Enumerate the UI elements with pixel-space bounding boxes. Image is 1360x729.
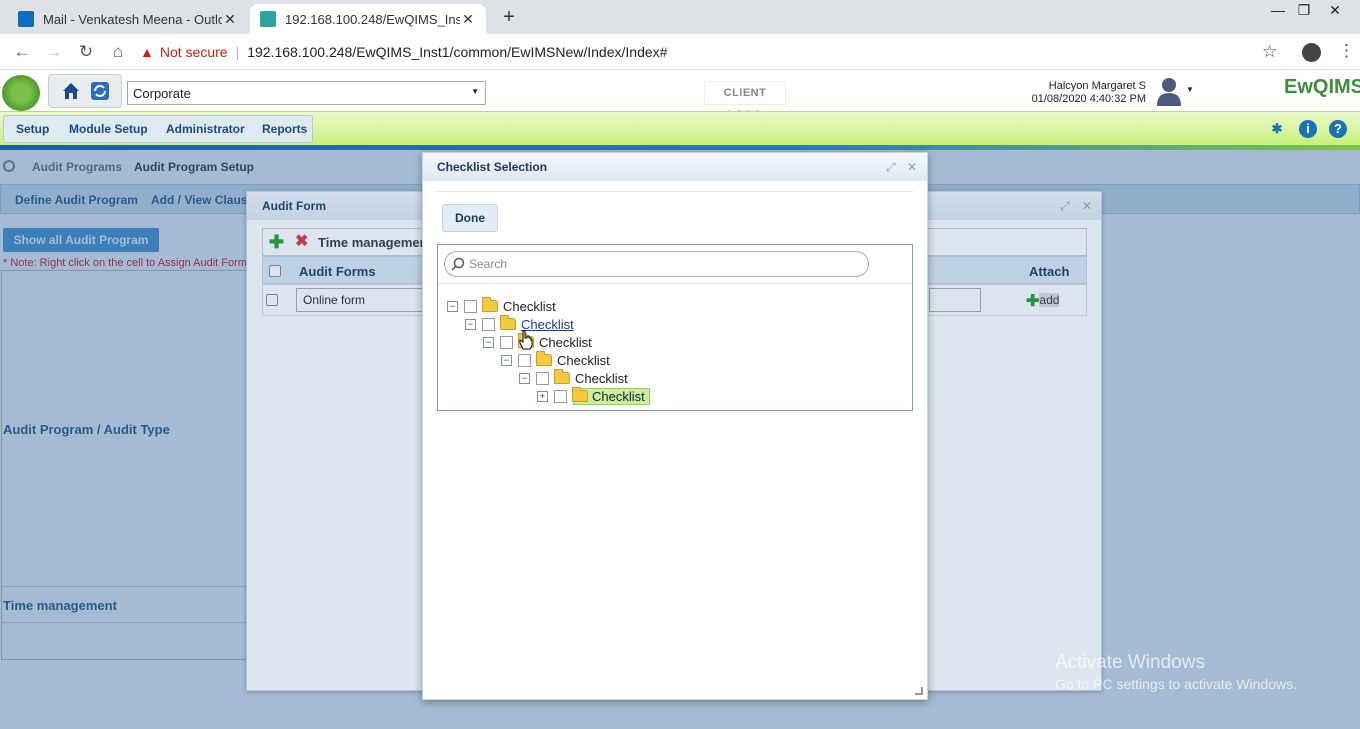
profile-icon[interactable] xyxy=(1302,43,1321,62)
close-icon[interactable]: ✕ xyxy=(222,11,238,28)
collapse-icon[interactable]: − xyxy=(447,300,458,312)
user-name: Halcyon Margaret S xyxy=(1048,80,1146,92)
chevron-down-icon[interactable]: ▼ xyxy=(1186,85,1194,94)
folder-icon xyxy=(500,315,516,330)
address-bar: ← → ↻ ⌂ ▲ Not secure | 192.168.100.248/E… xyxy=(0,34,1360,70)
main-menubar: Setup Module Setup Administrator Reports… xyxy=(0,111,1360,145)
menu-item-reports[interactable]: Reports xyxy=(262,122,307,136)
user-avatar-icon[interactable] xyxy=(1156,76,1182,106)
client-logo: CLIENT LOGO xyxy=(704,81,786,121)
folder-icon xyxy=(536,351,552,366)
tree-checkbox[interactable] xyxy=(536,371,549,385)
brand-logo: EwQIMS xyxy=(1284,76,1360,98)
collapse-icon[interactable]: − xyxy=(483,336,494,348)
ewqims-favicon-icon xyxy=(260,11,276,27)
browser-tabbar: Mail - Venkatesh Meena - Outlook ✕ 192.1… xyxy=(0,0,1360,34)
menu-kebab-icon[interactable]: ⋮ xyxy=(1338,41,1355,61)
tree-node-label: Checklist xyxy=(539,334,592,350)
tree-checkbox[interactable] xyxy=(500,335,513,349)
folder-icon xyxy=(482,297,498,312)
refresh-icon[interactable] xyxy=(91,82,109,100)
browser-tab-mail[interactable]: Mail - Venkatesh Meena - Outlook ✕ xyxy=(8,4,248,34)
activation-watermark-title: Activate Windows xyxy=(1055,652,1205,673)
not-secure-label: Not secure xyxy=(159,44,228,60)
dialog-title: Checklist Selection xyxy=(423,153,927,181)
header-button-group xyxy=(48,74,122,108)
tree-node-checklist-0[interactable]: − Checklist xyxy=(447,297,558,315)
collapse-icon[interactable]: − xyxy=(501,354,512,366)
divider xyxy=(437,191,913,192)
pin-icon[interactable]: ✱ xyxy=(1268,120,1286,138)
search-box xyxy=(444,251,869,277)
done-button[interactable]: Done xyxy=(442,204,498,232)
tree-node-checklist-4[interactable]: − Checklist xyxy=(519,369,630,387)
tree-node-label: Checklist xyxy=(575,370,628,386)
tree-checkbox[interactable] xyxy=(518,353,531,367)
back-icon[interactable]: ← xyxy=(10,40,34,64)
search-input[interactable] xyxy=(469,254,859,274)
forward-icon[interactable]: → xyxy=(42,40,66,64)
resize-handle[interactable] xyxy=(915,687,923,695)
reload-icon[interactable]: ↻ xyxy=(74,40,98,64)
sun-logo-icon xyxy=(2,75,40,111)
activation-watermark-text: Go to PC settings to activate Windows. xyxy=(1055,676,1297,692)
close-icon[interactable]: ✕ xyxy=(907,160,917,174)
collapse-icon[interactable]: − xyxy=(519,372,530,384)
divider xyxy=(438,283,912,284)
new-tab-button[interactable]: + xyxy=(498,6,520,29)
tree-node-label: Checklist xyxy=(557,352,610,368)
url-separator: | xyxy=(235,44,240,60)
menu-item-administrator[interactable]: Administrator xyxy=(166,122,245,136)
hand-cursor-icon xyxy=(519,330,533,350)
tree-node-label: Checklist xyxy=(503,298,556,314)
corporate-select-value: Corporate xyxy=(133,86,191,101)
tree-node-checklist-5[interactable]: + Checklist xyxy=(537,387,650,405)
tree-node-checklist-2[interactable]: − Checklist xyxy=(483,333,594,351)
browser-tab-ewqims[interactable]: 192.168.100.248/EwQIMS_Inst1/c ✕ xyxy=(250,4,486,34)
tree-checkbox[interactable] xyxy=(554,389,567,403)
tab-title: Mail - Venkatesh Meena - Outlook xyxy=(43,11,222,27)
menu-item-setup[interactable]: Setup xyxy=(16,122,49,136)
close-icon[interactable]: ✕ xyxy=(460,11,476,28)
url-field[interactable]: ▲ Not secure | 192.168.100.248/EwQIMS_In… xyxy=(140,39,1290,65)
bookmark-star-icon[interactable]: ☆ xyxy=(1262,42,1277,62)
checklist-selection-dialog: Checklist Selection ⤢ ✕ Done − Checklist… xyxy=(422,152,928,700)
user-info: Halcyon Margaret S 01/08/2020 4:40:32 PM xyxy=(1000,80,1146,106)
tree-node-checklist-3[interactable]: − Checklist xyxy=(501,351,612,369)
folder-icon xyxy=(572,387,588,402)
expand-icon[interactable]: + xyxy=(537,390,548,402)
menu-item-module-setup[interactable]: Module Setup xyxy=(69,122,148,136)
help-icon[interactable]: ? xyxy=(1329,120,1347,138)
maximize-icon[interactable]: ⤢ xyxy=(886,160,896,175)
corporate-select[interactable]: Corporate ▼ xyxy=(127,81,486,105)
tree-checkbox[interactable] xyxy=(464,299,477,313)
outlook-icon xyxy=(18,11,34,27)
app-header: Corporate ▼ CLIENT LOGO Halcyon Margaret… xyxy=(0,71,1360,121)
tab-title: 192.168.100.248/EwQIMS_Inst1/c xyxy=(285,11,460,27)
home-icon[interactable]: ⌂ xyxy=(106,40,130,64)
info-icon[interactable]: i xyxy=(1299,120,1317,138)
restore-icon[interactable]: ❐ xyxy=(1289,2,1319,19)
folder-icon xyxy=(554,369,570,384)
home-icon[interactable] xyxy=(61,81,81,101)
chevron-down-icon: ▼ xyxy=(471,87,479,96)
tree-checkbox[interactable] xyxy=(482,317,495,331)
checklist-tree-panel: − Checklist − Checklist − Checklist − Ch… xyxy=(437,244,913,411)
login-datetime: 01/08/2020 4:40:32 PM xyxy=(1031,93,1146,105)
search-icon xyxy=(451,257,465,271)
warning-icon: ▲ xyxy=(140,44,154,60)
collapse-icon[interactable]: − xyxy=(465,318,476,330)
url-text: 192.168.100.248/EwQIMS_Inst1/common/EwIM… xyxy=(247,44,668,60)
window-close-icon[interactable]: ✕ xyxy=(1320,2,1350,19)
